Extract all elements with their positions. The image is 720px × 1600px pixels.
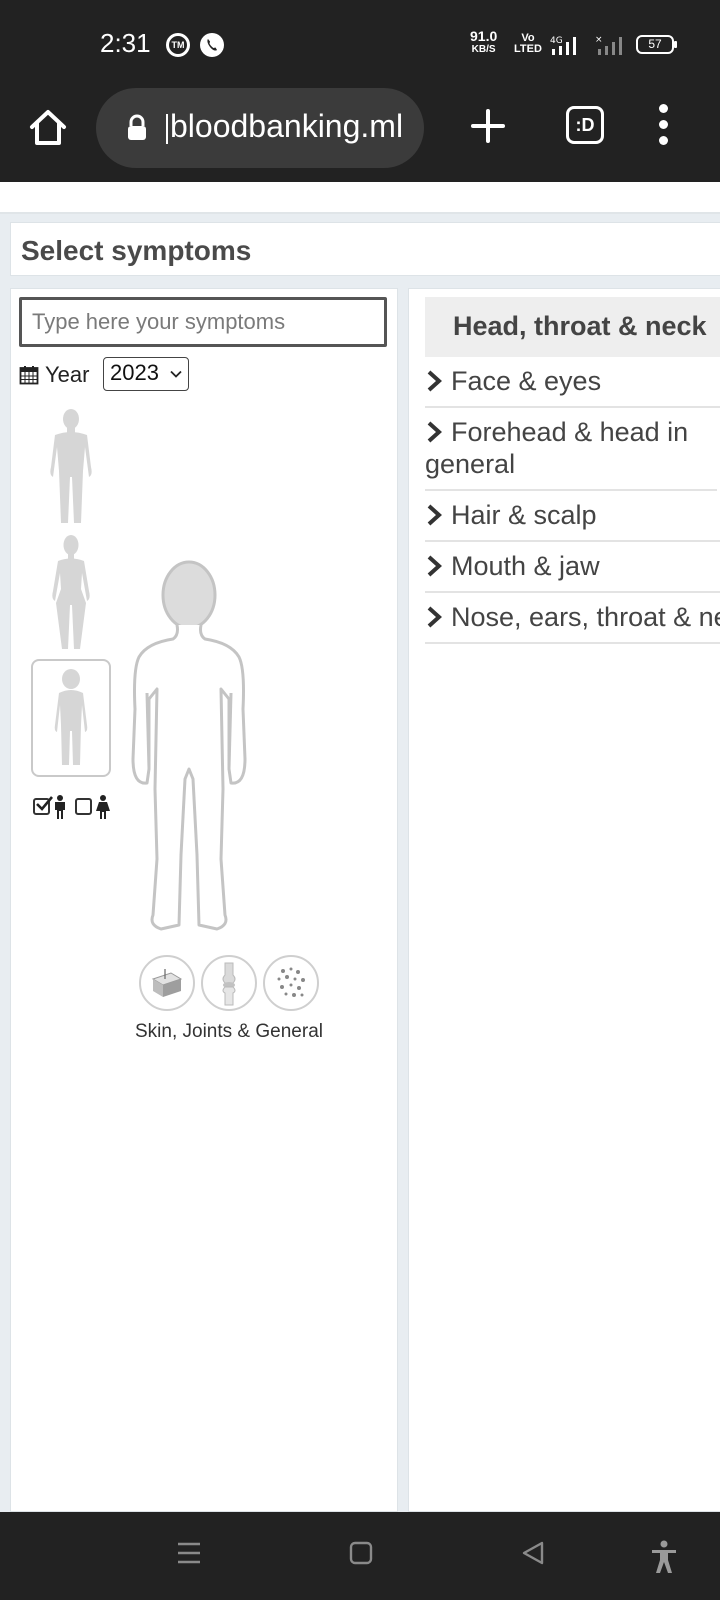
region-item-face-eyes[interactable]: Face & eyes <box>425 357 720 408</box>
joint-icon <box>222 962 236 1006</box>
url-text: bloodbanking.ml <box>170 108 404 144</box>
accessibility-icon[interactable] <box>650 1540 678 1574</box>
year-select[interactable]: 2023 <box>103 357 189 391</box>
body-selector-panel: Year 2023 <box>10 288 398 1512</box>
symptom-search-input[interactable] <box>19 297 387 347</box>
joints-category-button[interactable] <box>201 955 257 1011</box>
region-item-nose-ears-throat[interactable]: Nose, ears, throat & neck <box>425 593 720 644</box>
child-body-thumbnail[interactable] <box>31 659 111 777</box>
signal-network-label: 4G <box>550 36 563 46</box>
address-bar[interactable]: bloodbanking.ml <box>96 88 424 168</box>
chevron-right-icon <box>427 370 442 392</box>
region-item-label: Hair & scalp <box>451 500 597 530</box>
new-tab-button[interactable] <box>468 106 508 146</box>
region-item-label: Forehead & head in general <box>425 417 689 479</box>
system-nav-bar <box>0 1512 720 1600</box>
torso-limbs-region <box>131 624 247 931</box>
head-region <box>161 560 217 630</box>
female-body-thumbnail[interactable] <box>31 533 111 651</box>
svg-text:×: × <box>595 35 603 45</box>
web-page: Select symptoms Year 2023 <box>0 182 720 1512</box>
body-map[interactable] <box>127 559 251 931</box>
general-category-button[interactable] <box>263 955 319 1011</box>
checkmark-icon <box>36 796 53 811</box>
signal-sim2-icon: × <box>594 34 634 56</box>
region-list: Face & eyes Forehead & head in general H… <box>425 357 720 644</box>
year-row: Year 2023 <box>19 357 219 393</box>
chevron-right-icon <box>427 504 442 526</box>
male-body-thumbnail[interactable] <box>31 407 111 525</box>
body-region-panel: Head, throat & neck Face & eyes Forehead… <box>408 288 720 1512</box>
region-item-label: Nose, ears, throat & neck <box>451 602 720 632</box>
battery-icon: 57 <box>636 35 677 54</box>
chevron-right-icon <box>427 421 442 443</box>
category-label: Skin, Joints & General <box>135 1021 323 1042</box>
skin-category-button[interactable] <box>139 955 195 1011</box>
volte-bottom: LTED <box>514 43 542 55</box>
plus-icon <box>471 109 505 143</box>
home-nav-icon[interactable] <box>348 1540 374 1566</box>
female-checkbox[interactable] <box>75 798 92 815</box>
net-speed: 91.0 KB/S <box>470 28 498 56</box>
back-icon[interactable] <box>520 1540 546 1566</box>
year-label: Year <box>45 362 90 387</box>
url-cursor <box>166 114 168 144</box>
region-header: Head, throat & neck <box>425 297 720 357</box>
region-item-forehead-head[interactable]: Forehead & head in general <box>425 408 717 491</box>
home-icon <box>30 110 66 145</box>
calendar-icon <box>19 365 39 385</box>
screen: 2:31 TM 91.0 KB/S Vo LTED 4G × 57 bloodb… <box>0 0 720 1600</box>
tab-switcher-button[interactable]: :D <box>566 106 604 144</box>
female-icon <box>96 795 110 819</box>
net-speed-unit: KB/S <box>471 44 496 55</box>
region-item-mouth-jaw[interactable]: Mouth & jaw <box>425 542 720 593</box>
tm-notification-icon: TM <box>166 33 190 57</box>
chevron-right-icon <box>427 606 442 628</box>
general-icon <box>277 967 305 997</box>
skin-icon <box>151 969 183 997</box>
year-select-value: 2023 <box>110 360 159 385</box>
browser-menu-button[interactable] <box>652 102 676 150</box>
male-icon <box>55 795 65 819</box>
page-header-strip <box>0 182 720 214</box>
page-title: Select symptoms <box>21 235 252 266</box>
status-bar: 2:31 TM 91.0 KB/S Vo LTED 4G × 57 <box>0 0 720 88</box>
region-item-hair-scalp[interactable]: Hair & scalp <box>425 491 720 542</box>
gender-selector <box>33 795 123 819</box>
recent-apps-icon[interactable] <box>176 1540 202 1566</box>
browser-toolbar: bloodbanking.ml :D <box>0 88 720 182</box>
region-item-label: Mouth & jaw <box>451 551 600 581</box>
volte-icon: Vo LTED <box>514 33 542 55</box>
male-checkbox[interactable] <box>33 796 53 815</box>
chevron-right-icon <box>427 555 442 577</box>
signal-4g-icon: 4G <box>548 34 588 56</box>
region-title: Head, throat & neck <box>453 311 707 341</box>
call-notification-icon <box>200 33 224 57</box>
net-speed-value: 91.0 <box>470 28 498 44</box>
status-time: 2:31 <box>100 28 151 58</box>
home-button[interactable] <box>26 106 70 150</box>
title-bar: Select symptoms <box>10 222 720 276</box>
lock-icon <box>126 114 148 142</box>
region-item-label: Face & eyes <box>451 366 602 396</box>
chevron-down-icon <box>170 370 182 378</box>
